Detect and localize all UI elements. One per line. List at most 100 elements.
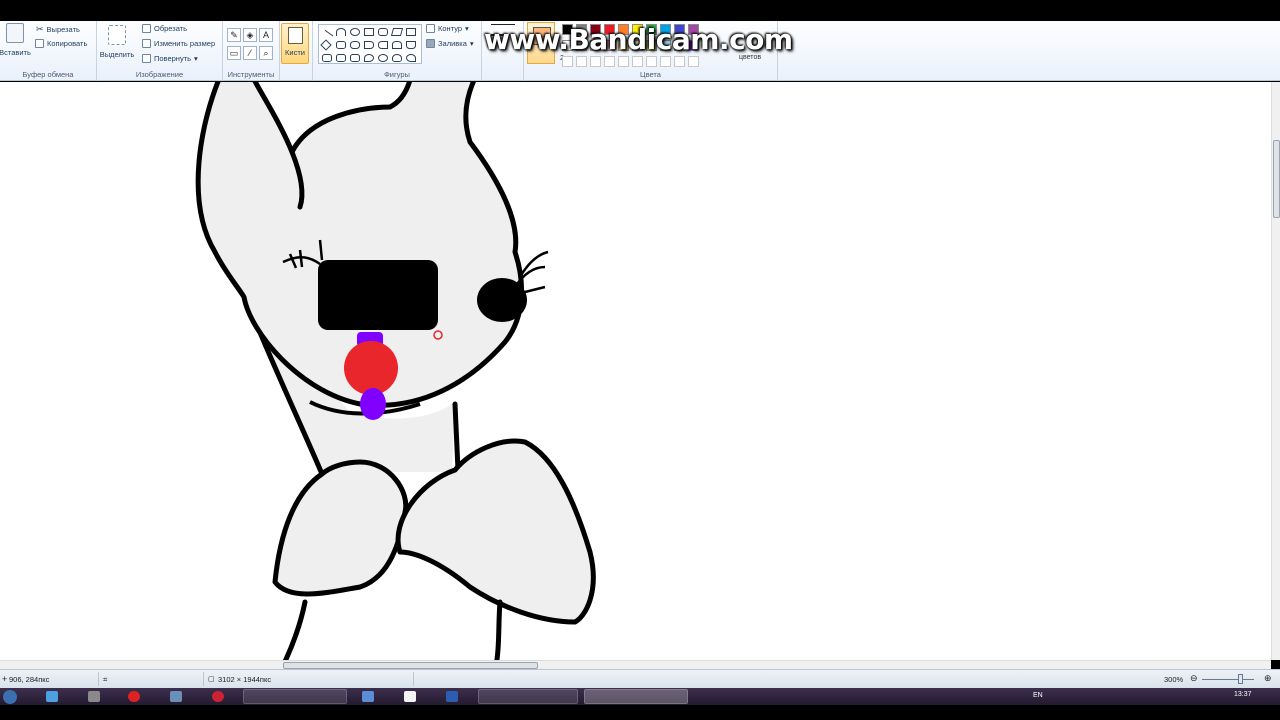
drawing-canvas[interactable] — [0, 82, 1271, 660]
up-arrow-shape-icon[interactable] — [392, 41, 402, 49]
status-bar: + 906, 284пкс ⌗ ▢ 3102 × 1944пкс 300% ⊖ … — [0, 669, 1280, 688]
clock[interactable]: 13:37 — [1234, 691, 1252, 698]
taskbar-window-button[interactable] — [243, 689, 347, 704]
select-button[interactable]: Выделить — [100, 25, 134, 59]
brushes-label: Кисти — [285, 48, 305, 57]
language-indicator[interactable]: EN — [1033, 692, 1043, 699]
copy-button[interactable]: Копировать — [35, 39, 87, 48]
horizontal-scrollbar[interactable] — [0, 660, 1271, 669]
clipboard-group-label: Буфер обмена — [22, 70, 74, 79]
shapes-group-label: Фигуры — [384, 70, 410, 79]
pencil-icon[interactable]: ✎ — [227, 28, 241, 42]
rectangle-shape-icon[interactable] — [364, 28, 374, 36]
outline-icon — [426, 24, 435, 33]
crop-icon — [142, 24, 151, 33]
pony-drawing — [195, 82, 596, 660]
diamond-shape-icon[interactable] — [320, 39, 332, 51]
bottom-black-bar — [0, 705, 1280, 720]
image-size-icon: ▢ — [208, 676, 215, 683]
zoom-in-icon[interactable]: ⊕ — [1264, 673, 1272, 684]
paint-taskbar-button[interactable] — [584, 689, 688, 704]
empty-color-swatch[interactable] — [576, 56, 587, 67]
rotate-button[interactable]: Повернуть ▾ — [142, 54, 198, 63]
empty-color-swatch[interactable] — [562, 56, 573, 67]
horizontal-scroll-thumb[interactable] — [283, 662, 538, 669]
empty-color-swatch[interactable] — [688, 56, 699, 67]
image-size: 3102 × 1944пкс — [218, 675, 272, 684]
polygon-shape-icon[interactable] — [390, 28, 404, 36]
eraser-icon[interactable]: ▭ — [227, 46, 241, 60]
shapes-gallery[interactable] — [318, 24, 422, 64]
clipboard-icon — [6, 23, 24, 43]
zoom-out-icon[interactable]: ⊖ — [1190, 673, 1198, 684]
app-icon[interactable] — [362, 691, 374, 702]
chevron-down-icon: ▾ — [194, 54, 198, 63]
callout-oval-icon[interactable] — [378, 54, 388, 62]
rounded-rect-shape-icon[interactable] — [378, 28, 388, 36]
status-divider — [413, 672, 414, 686]
chevron-down-icon: ▾ — [469, 39, 474, 48]
start-button-icon[interactable] — [3, 690, 17, 704]
crop-label: Обрезать — [154, 24, 188, 33]
status-divider — [203, 672, 204, 686]
resize-button[interactable]: Изменить размер — [142, 39, 215, 48]
explorer-icon[interactable] — [88, 691, 100, 702]
six-point-star-icon[interactable] — [350, 54, 360, 62]
browser-icon[interactable] — [128, 691, 140, 702]
callout-rect-icon[interactable] — [364, 54, 374, 62]
right-arrow-shape-icon[interactable] — [364, 41, 374, 49]
cloud-callout-icon[interactable] — [392, 54, 402, 62]
app-icon[interactable] — [170, 691, 182, 702]
cut-label: Вырезать — [46, 25, 80, 34]
top-black-bar — [0, 0, 1280, 21]
five-point-star-icon[interactable] — [336, 54, 346, 62]
resize-icon — [142, 39, 151, 48]
image-group-label: Изображение — [135, 70, 184, 79]
empty-color-swatch[interactable] — [604, 56, 615, 67]
empty-color-swatch[interactable] — [674, 56, 685, 67]
heart-shape-icon[interactable] — [406, 54, 416, 62]
vertical-scroll-thumb[interactable] — [1273, 140, 1280, 218]
hexagon-shape-icon[interactable] — [350, 41, 360, 49]
media-icon[interactable] — [212, 691, 224, 702]
word-icon[interactable] — [446, 691, 458, 702]
colors-group-label: Цвета — [640, 70, 661, 79]
triangle-shape-icon[interactable] — [406, 28, 416, 36]
taskbar: EN 13:37 — [0, 688, 1280, 705]
paste-label: Вставить — [0, 48, 31, 57]
brushes-button[interactable]: Кисти — [281, 23, 309, 64]
cursor-position-icon: + — [2, 674, 8, 684]
zoom-slider-knob[interactable] — [1238, 674, 1243, 684]
tools-group-label: Инструменты — [227, 70, 275, 79]
empty-color-swatch[interactable] — [660, 56, 671, 67]
crop-button[interactable]: Обрезать — [142, 24, 187, 33]
zoom-slider[interactable] — [1202, 679, 1254, 680]
fill-icon — [426, 39, 435, 48]
empty-color-swatch[interactable] — [618, 56, 629, 67]
outline-dropdown[interactable]: Контур ▾ — [426, 24, 469, 33]
empty-color-swatch[interactable] — [646, 56, 657, 67]
ie-icon[interactable] — [46, 691, 58, 702]
vertical-scrollbar[interactable] — [1271, 82, 1280, 660]
fill-bucket-icon[interactable]: ◈ — [243, 28, 257, 42]
copy-label: Копировать — [47, 39, 88, 48]
curve-shape-icon[interactable] — [336, 28, 346, 36]
document-icon[interactable] — [404, 691, 416, 702]
text-tool[interactable]: A — [259, 28, 273, 42]
paste-button[interactable]: Вставить — [0, 23, 31, 57]
cut-button[interactable]: ✂ Вырезать — [36, 24, 80, 35]
magnifier-icon[interactable]: ⌕ — [259, 46, 273, 60]
oval-shape-icon[interactable] — [350, 28, 360, 36]
four-point-star-icon[interactable] — [322, 54, 332, 62]
down-arrow-shape-icon[interactable] — [406, 41, 416, 49]
pentagon-shape-icon[interactable] — [336, 41, 346, 49]
color-picker-icon[interactable]: ⁄ — [243, 46, 257, 60]
left-arrow-shape-icon[interactable] — [378, 41, 388, 49]
empty-color-swatch[interactable] — [632, 56, 643, 67]
rotate-icon — [142, 54, 151, 63]
taskbar-window-button[interactable] — [478, 689, 578, 704]
chevron-down-icon: ▾ — [465, 24, 469, 33]
fill-dropdown[interactable]: Заливка ▾ — [426, 39, 474, 48]
empty-color-swatch[interactable] — [590, 56, 601, 67]
tools-group: ✎ ◈ A ▭ ⁄ ⌕ Инструменты — [223, 21, 280, 81]
